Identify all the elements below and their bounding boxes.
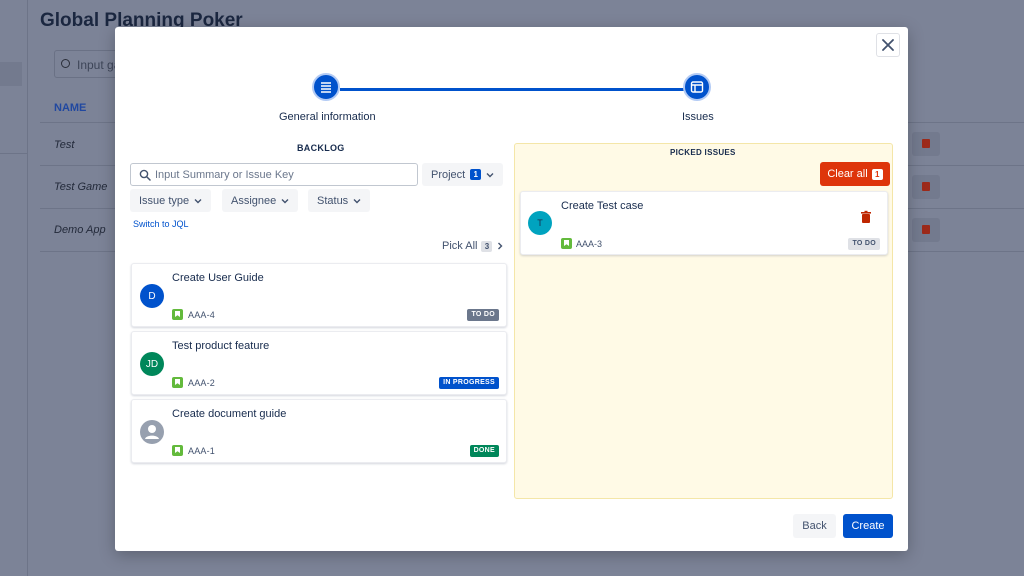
avatar: D <box>140 284 164 308</box>
backlog-title: BACKLOG <box>297 143 345 153</box>
picked-issue-card[interactable]: T Create Test case AAA-3 TO DO <box>520 191 888 255</box>
background-trash-icon <box>912 132 940 156</box>
issue-key: AAA-2 <box>188 378 216 388</box>
pick-issues-modal: General information Issues BACKLOG Proje… <box>115 27 908 551</box>
issue-summary: Create Test case <box>561 200 644 212</box>
status-badge: IN PROGRESS <box>439 377 499 389</box>
issue-summary: Create User Guide <box>172 272 264 284</box>
background-trash-icon <box>912 218 940 242</box>
trash-icon[interactable] <box>859 210 873 224</box>
project-filter-label: Project <box>431 168 466 181</box>
background-row-label: Test <box>54 139 75 151</box>
clear-all-button[interactable]: Clear all 1 <box>820 162 890 186</box>
picked-issues-title: PICKED ISSUES <box>670 148 736 157</box>
user-icon <box>145 425 159 439</box>
switch-to-jql-link[interactable]: Switch to JQL <box>133 219 189 229</box>
status-filter-button[interactable]: Status <box>308 189 371 212</box>
step-issues[interactable] <box>683 73 711 101</box>
close-icon <box>882 39 894 51</box>
search-icon <box>139 169 151 181</box>
backlog-issue-card[interactable]: D Create User Guide AAA-4 TO DO <box>131 263 507 327</box>
status-badge: DONE <box>469 445 499 457</box>
board-icon <box>690 81 704 93</box>
background-row-label: Demo App <box>54 224 106 236</box>
story-icon <box>172 445 183 456</box>
status-badge: TO DO <box>848 238 880 250</box>
close-button[interactable] <box>876 33 900 57</box>
step-label-general-information: General information <box>279 111 376 123</box>
project-filter-button[interactable]: Project 1 <box>422 163 504 186</box>
background-search-input: Input ga <box>54 50 124 78</box>
chevron-down-icon <box>353 198 361 203</box>
background-column-name: NAME <box>54 102 87 114</box>
backlog-issue-card[interactable]: JD Test product feature AAA-2 IN PROGRES… <box>131 331 507 395</box>
create-button[interactable]: Create <box>843 514 893 538</box>
project-count-badge: 1 <box>470 169 482 180</box>
avatar: JD <box>140 352 164 376</box>
list-icon <box>321 82 331 93</box>
background-trash-icon <box>912 175 940 199</box>
story-icon <box>172 377 183 388</box>
filter-label: Status <box>317 194 349 207</box>
chevron-right-icon <box>498 242 503 250</box>
background-sidebar <box>0 0 28 576</box>
background-divider <box>0 153 28 154</box>
background-sidebar-item <box>0 62 22 86</box>
issue-search-field[interactable] <box>130 163 418 186</box>
clear-all-count-badge: 1 <box>871 168 883 180</box>
backlog-issue-card[interactable]: Create document guide AAA-1 DONE <box>131 399 507 463</box>
issue-key: AAA-1 <box>188 446 216 456</box>
pick-all-count-badge: 3 <box>481 240 493 252</box>
background-row-label: Test Game <box>54 181 108 193</box>
status-badge: TO DO <box>467 309 499 321</box>
search-icon <box>61 59 70 68</box>
assignee-filter-button[interactable]: Assignee <box>222 189 299 212</box>
story-icon <box>561 238 572 249</box>
issue-key: AAA-4 <box>188 310 216 320</box>
stepper-connector <box>340 88 697 91</box>
issue-type-filter-button[interactable]: Issue type <box>130 189 212 212</box>
pick-all-button[interactable]: Pick All 3 <box>442 240 504 252</box>
filter-label: Assignee <box>231 194 277 207</box>
step-general-information[interactable] <box>312 73 340 101</box>
issue-summary: Create document guide <box>172 408 287 420</box>
issue-summary: Test product feature <box>172 340 270 352</box>
default-avatar <box>140 420 164 444</box>
chevron-down-icon <box>281 198 289 203</box>
story-icon <box>172 309 183 320</box>
back-button[interactable]: Back <box>793 514 836 538</box>
pick-all-label: Pick All <box>442 240 478 252</box>
avatar: T <box>528 211 552 235</box>
picked-issues-panel: PICKED ISSUES Clear all 1 T Create Test … <box>514 143 893 499</box>
background-search-placeholder: Input ga <box>77 58 121 72</box>
filter-label: Issue type <box>139 194 190 207</box>
step-label-issues: Issues <box>682 111 714 123</box>
chevron-down-icon <box>194 198 202 203</box>
issue-key: AAA-3 <box>576 239 603 249</box>
chevron-down-icon <box>486 172 494 177</box>
clear-all-label: Clear all <box>827 168 868 180</box>
issue-search-input[interactable] <box>155 167 410 183</box>
